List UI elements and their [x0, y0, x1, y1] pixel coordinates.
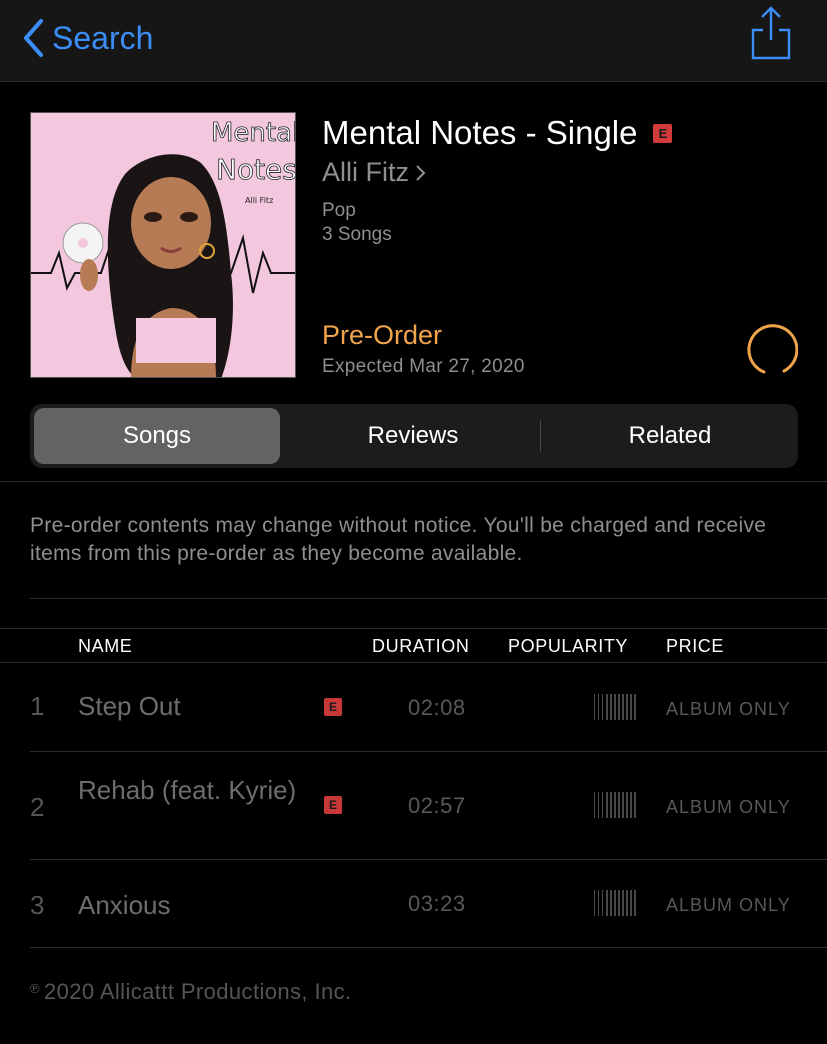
column-header-name[interactable]: NAME	[78, 636, 132, 657]
loading-spinner-icon[interactable]	[744, 322, 798, 376]
back-label: Search	[52, 20, 154, 56]
preorder-button[interactable]: Pre-Order	[322, 320, 442, 351]
expected-date: Expected Mar 27, 2020	[322, 356, 525, 377]
popularity-bars	[594, 792, 636, 818]
column-header-popularity[interactable]: POPULARITY	[508, 636, 628, 657]
segment-divider	[540, 420, 541, 452]
track-duration: 02:08	[408, 695, 466, 720]
cover-artist-text: Alli Fitz	[245, 196, 273, 205]
track-title: Step Out	[78, 691, 181, 721]
album-title-text: Mental Notes - Single	[322, 114, 638, 151]
navigation-bar: Search	[0, 0, 827, 82]
price-label[interactable]: ALBUM ONLY	[666, 699, 791, 720]
price-label[interactable]: ALBUM ONLY	[666, 895, 791, 916]
song-count-label: 3 Songs	[322, 224, 392, 245]
track-number: 1	[30, 691, 45, 721]
share-button[interactable]	[751, 6, 791, 65]
copyright: ℗ 2020 Allicattt Productions, Inc.	[30, 979, 352, 1005]
segmented-control: Songs Reviews Related	[30, 404, 798, 468]
artist-link[interactable]: Alli Fitz	[322, 157, 427, 188]
track-title: Anxious	[78, 890, 171, 920]
track-row[interactable]: 2 Rehab (feat. Kyrie) E 02:57 ALBUM ONLY	[0, 752, 827, 859]
back-button[interactable]: Search	[22, 16, 153, 60]
genre-label: Pop	[322, 200, 356, 221]
track-duration: 03:23	[408, 891, 466, 916]
popularity-bars	[594, 890, 636, 916]
preorder-notice: Pre-order contents may change without no…	[30, 514, 767, 565]
explicit-badge: E	[324, 698, 342, 716]
column-header-duration[interactable]: DURATION	[372, 636, 469, 657]
album-artwork-illustration: Mental Notes Alli Fitz	[31, 113, 296, 377]
divider	[0, 628, 827, 629]
divider	[0, 481, 827, 482]
cover-title-line-1: Mental	[211, 118, 296, 148]
album-artwork[interactable]: Mental Notes Alli Fitz	[30, 112, 296, 378]
popularity-bars	[594, 694, 636, 720]
tab-songs[interactable]: Songs	[34, 408, 280, 464]
chevron-left-icon	[24, 19, 43, 57]
phonogram-symbol: ℗	[30, 981, 40, 996]
track-title: Rehab (feat. Kyrie)	[78, 775, 297, 805]
divider	[30, 947, 827, 948]
divider	[30, 598, 827, 599]
tab-related[interactable]: Related	[542, 408, 798, 464]
copyright-text: 2020 Allicattt Productions, Inc.	[43, 979, 352, 1004]
share-icon	[751, 6, 791, 60]
price-label[interactable]: ALBUM ONLY	[666, 797, 791, 818]
explicit-badge: E	[324, 796, 342, 814]
tab-reviews[interactable]: Reviews	[286, 408, 540, 464]
track-row[interactable]: 1 Step Out E 02:08 ALBUM ONLY	[0, 663, 827, 751]
track-number: 2	[30, 792, 45, 822]
cover-title-line-2: Notes	[216, 153, 296, 186]
album-title: Mental Notes - Single E	[322, 114, 673, 152]
explicit-badge: E	[653, 123, 673, 143]
column-header-price[interactable]: PRICE	[666, 636, 724, 657]
chevron-right-icon	[416, 164, 426, 181]
track-duration: 02:57	[408, 793, 466, 818]
artist-name: Alli Fitz	[322, 157, 409, 187]
track-number: 3	[30, 890, 45, 920]
track-row[interactable]: 3 Anxious 03:23 ALBUM ONLY	[0, 860, 827, 948]
